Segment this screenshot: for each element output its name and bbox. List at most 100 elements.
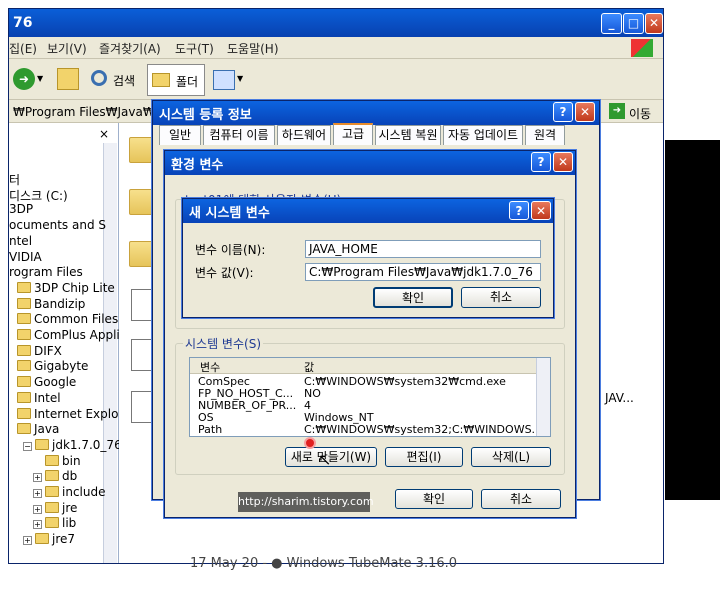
tree-item[interactable]: 터: [9, 171, 20, 188]
toolbar: ➜ ▼ 검색 폴더 ▼: [9, 60, 663, 100]
menu-item-tools[interactable]: 도구(T): [175, 40, 214, 57]
click-marker-icon: [304, 437, 316, 449]
tree-item[interactable]: Java: [17, 422, 59, 436]
cancel-button[interactable]: 취소: [461, 287, 541, 308]
tree-item-label: ocuments and S: [9, 218, 107, 233]
variable-value-input[interactable]: C:₩Program Files₩Java₩jdk1.7.0_76: [305, 263, 541, 281]
search-button[interactable]: 검색: [89, 66, 145, 94]
tree-item[interactable]: rogram Files: [9, 265, 83, 279]
tree-item[interactable]: Gigabyte: [17, 359, 88, 373]
tree-item[interactable]: ocuments and S: [9, 218, 106, 232]
search-icon: [91, 70, 107, 86]
close-button[interactable]: ✕: [575, 102, 595, 122]
system-variables-label: 시스템 변수(S): [183, 335, 263, 352]
list-scrollbar[interactable]: [536, 358, 550, 436]
file-name-label: JAV...: [605, 391, 634, 405]
folder-tree[interactable]: × 터 디스크 (C:) 3DP ocuments and S ntel VIDIA rog…: [9, 123, 123, 563]
view-icon[interactable]: [213, 70, 235, 90]
tree-item[interactable]: + jre7: [23, 532, 75, 546]
menu-item-help[interactable]: 도움말(H): [227, 40, 279, 57]
menu-item-favorites[interactable]: 즐겨찾기(A): [99, 40, 161, 57]
list-header: 변수 값: [190, 358, 550, 374]
tree-item[interactable]: DIFX: [17, 344, 62, 358]
ok-button[interactable]: 확인: [373, 287, 453, 308]
tree-item[interactable]: + jre: [33, 501, 77, 515]
go-button[interactable]: 이동: [629, 105, 651, 122]
folder-icon: [35, 438, 49, 450]
up-folder-icon[interactable]: [57, 68, 79, 90]
tree-item[interactable]: 3DP Chip Lite: [17, 281, 115, 295]
close-button[interactable]: ✕: [531, 201, 551, 220]
menu-item-view[interactable]: 보기(V): [47, 40, 87, 57]
table-row[interactable]: Path C:₩WINDOWS₩system32;C:₩WINDOWS...: [190, 424, 542, 436]
maximize-button[interactable]: □: [623, 13, 644, 34]
tree-item[interactable]: + db: [33, 469, 77, 483]
tab-computer-name[interactable]: 컴퓨터 이름: [203, 125, 275, 145]
tab-hardware[interactable]: 하드웨어: [277, 125, 331, 145]
tree-scrollbar[interactable]: [103, 143, 117, 563]
expand-toggle-icon[interactable]: +: [33, 473, 42, 483]
tree-item[interactable]: 디스크 (C:): [9, 187, 68, 204]
new-variable-title: 새 시스템 변수: [189, 206, 270, 221]
explorer-title-bar[interactable]: 76 _ □ ✕: [9, 9, 663, 37]
tree-item[interactable]: + include: [33, 485, 105, 499]
system-properties-title-bar[interactable]: 시스템 등록 정보 ? ✕: [153, 101, 599, 125]
tab-system-restore[interactable]: 시스템 복원: [375, 125, 441, 145]
column-header-value[interactable]: 값: [304, 359, 314, 375]
tree-item-label: jre7: [52, 532, 76, 547]
folders-button[interactable]: 폴더: [147, 64, 205, 96]
tab-general[interactable]: 일반: [159, 125, 201, 145]
tree-item[interactable]: +bin: [33, 454, 81, 468]
edit-button[interactable]: 편집(I): [385, 447, 463, 467]
forward-arrow-icon[interactable]: ➜: [13, 68, 35, 90]
folder-icon: [45, 470, 59, 482]
tree-item-label: Intel: [34, 390, 61, 405]
folder-icon: [17, 407, 31, 419]
system-variables-list[interactable]: 변수 값 ComSpec C:₩WINDOWS₩system32₩cmd.exe F…: [189, 357, 551, 437]
tree-close-icon[interactable]: ×: [99, 127, 109, 141]
environment-variables-title: 환경 변수: [171, 158, 224, 173]
cancel-button[interactable]: 취소: [481, 489, 561, 509]
environment-variables-title-bar[interactable]: 환경 변수 ? ✕: [165, 151, 575, 175]
menu-item-edit[interactable]: 집(E): [9, 40, 37, 57]
expand-toggle-icon[interactable]: +: [23, 536, 32, 546]
help-button[interactable]: ?: [553, 102, 573, 122]
tab-advanced[interactable]: 고급: [333, 123, 373, 145]
expand-toggle-icon[interactable]: +: [33, 504, 42, 514]
view-chevron-down-icon[interactable]: ▼: [237, 74, 243, 83]
tree-item[interactable]: 3DP: [9, 202, 33, 216]
tree-item[interactable]: ComPlus Appli: [17, 328, 120, 342]
folders-label: 폴더: [176, 75, 199, 89]
tree-item[interactable]: + lib: [33, 516, 76, 530]
tree-item[interactable]: Internet Explor: [17, 407, 123, 421]
go-arrow-icon[interactable]: ➜: [609, 103, 625, 119]
expand-toggle-icon[interactable]: +: [33, 489, 42, 498]
watermark-label: http://sharim.tistory.com: [238, 492, 374, 512]
expand-toggle-icon[interactable]: +: [33, 520, 42, 530]
variable-value-label: 변수 값(V):: [195, 266, 254, 280]
tree-item[interactable]: Google: [17, 375, 76, 389]
column-header-name[interactable]: 변수: [200, 359, 220, 375]
close-button[interactable]: ✕: [645, 13, 663, 34]
explorer-title: 76: [13, 15, 33, 31]
close-button[interactable]: ✕: [553, 152, 573, 172]
tree-item[interactable]: Intel: [17, 391, 61, 405]
expand-toggle-icon[interactable]: −: [23, 441, 32, 451]
tree-item[interactable]: ntel: [9, 234, 32, 248]
tree-item-label: bin: [62, 453, 81, 468]
tree-item[interactable]: Common Files: [17, 312, 118, 326]
address-input[interactable]: ₩Program Files₩Java₩jdk: [13, 105, 173, 119]
new-variable-title-bar[interactable]: 새 시스템 변수 ? ✕: [183, 199, 553, 223]
tab-remote[interactable]: 원격: [525, 125, 565, 145]
tree-item[interactable]: − jdk1.7.0_76: [23, 438, 122, 452]
delete-button[interactable]: 삭제(L): [471, 447, 551, 467]
ok-button[interactable]: 확인: [395, 489, 473, 509]
help-button[interactable]: ?: [509, 201, 529, 220]
tree-item[interactable]: Bandizip: [17, 297, 85, 311]
minimize-button[interactable]: _: [601, 13, 622, 34]
help-button[interactable]: ?: [531, 152, 551, 172]
chevron-down-icon[interactable]: ▼: [37, 74, 43, 83]
variable-name-input[interactable]: JAVA_HOME: [305, 240, 541, 258]
tree-item[interactable]: VIDIA: [9, 250, 42, 264]
tab-auto-update[interactable]: 자동 업데이트: [443, 125, 523, 145]
